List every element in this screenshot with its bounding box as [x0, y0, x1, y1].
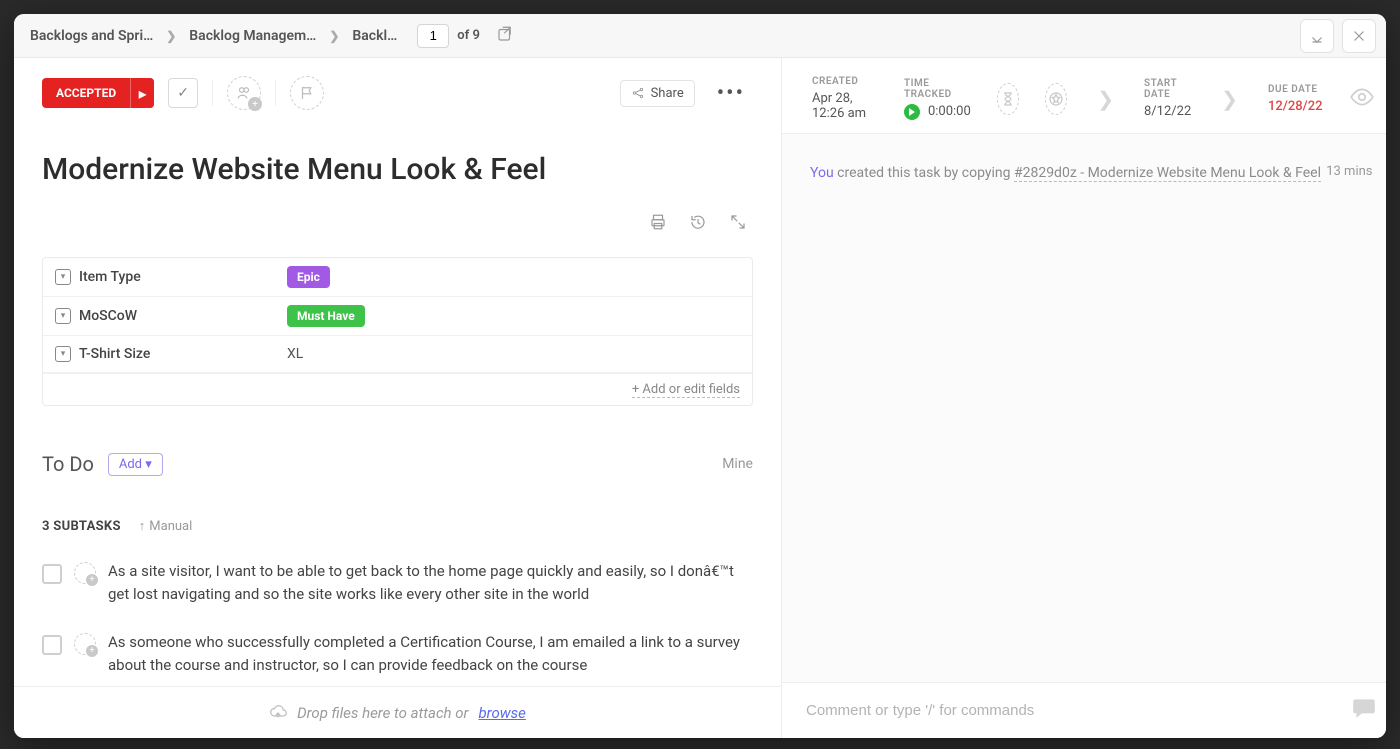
- status-advance-button[interactable]: ▸: [130, 78, 154, 108]
- epic-badge: Epic: [287, 266, 330, 288]
- field-value: XL: [287, 346, 303, 362]
- subtask-text: As a site visitor, I want to be able to …: [108, 560, 753, 605]
- field-row-tshirt[interactable]: ▾ T-Shirt Size XL: [43, 336, 752, 373]
- breadcrumb-item[interactable]: Backlogs and Spri…: [24, 24, 159, 48]
- priority-flag-icon[interactable]: [290, 76, 324, 110]
- assignees-icon[interactable]: +: [227, 76, 261, 110]
- activity-time: 13 mins: [1326, 162, 1372, 183]
- dropdown-icon: ▾: [55, 346, 71, 362]
- more-options-icon[interactable]: •••: [709, 81, 753, 106]
- activity-entry: 13 mins You created this task by copying…: [810, 162, 1373, 184]
- field-label: Item Type: [79, 269, 141, 285]
- created-value: Apr 28, 12:26 am: [812, 91, 878, 121]
- activity-text: created this task by copying: [834, 165, 1014, 181]
- dropdown-icon: ▾: [55, 308, 71, 324]
- pager-total: of 9: [457, 28, 480, 43]
- divider: [275, 80, 276, 106]
- must-have-badge: Must Have: [287, 305, 365, 327]
- chevron-right-icon: ❯: [1217, 87, 1242, 111]
- todo-header: To Do Add ▾ Mine: [42, 452, 753, 476]
- due-date-value: 12/28/22: [1268, 99, 1322, 114]
- pager: of 9: [417, 24, 480, 48]
- breadcrumb: Backlogs and Spri… ❯ Backlog Managem… ❯ …: [24, 24, 514, 48]
- print-icon[interactable]: [649, 213, 667, 235]
- assign-icon[interactable]: [74, 562, 96, 584]
- chevron-right-icon: ❯: [1093, 87, 1118, 111]
- task-scroll-area[interactable]: Modernize Website Menu Look & Feel ▾ Item…: [14, 122, 781, 686]
- share-button[interactable]: Share: [620, 80, 695, 107]
- start-date-block[interactable]: START DATE 8/12/22: [1144, 78, 1191, 119]
- created-block: CREATED Apr 28, 12:26 am: [812, 76, 878, 121]
- activity-panel: CREATED Apr 28, 12:26 am TIME TRACKED 0:…: [782, 58, 1386, 738]
- time-tracked-value: 0:00:00: [928, 104, 971, 119]
- custom-fields-box: ▾ Item Type Epic ▾ MoSCoW Must Have ▾ T-Shi…: [42, 257, 753, 406]
- subtask-text: As someone who successfully completed a …: [108, 631, 753, 676]
- breadcrumb-item[interactable]: Backlog Managem…: [183, 24, 322, 48]
- activity-link[interactable]: #2829d0z - Modernize Website Menu Look &…: [1014, 165, 1321, 182]
- assign-icon[interactable]: [74, 633, 96, 655]
- watch-icon[interactable]: [1349, 84, 1375, 114]
- action-row: ACCEPTED ▸ ✓ + Share •••: [14, 58, 781, 122]
- subtasks-count: 3 SUBTASKS: [42, 519, 121, 534]
- plus-badge-icon: +: [248, 97, 262, 111]
- mine-filter[interactable]: Mine: [722, 456, 753, 472]
- due-date-label: DUE DATE: [1268, 84, 1322, 95]
- chevron-right-icon: ❯: [165, 29, 177, 43]
- minimize-button[interactable]: [1300, 19, 1334, 53]
- chat-icon[interactable]: [1351, 695, 1377, 727]
- close-button[interactable]: [1342, 19, 1376, 53]
- created-label: CREATED: [812, 76, 878, 87]
- task-modal: Backlogs and Spri… ❯ Backlog Managem… ❯ …: [14, 14, 1386, 738]
- sort-mode[interactable]: ↑ Manual: [139, 518, 193, 534]
- play-icon[interactable]: [904, 104, 920, 120]
- time-tracked-label: TIME TRACKED: [904, 78, 971, 100]
- breadcrumb-item[interactable]: Backl…: [346, 24, 403, 48]
- activity-feed: 13 mins You created this task by copying…: [782, 134, 1386, 682]
- sort-label: Manual: [149, 519, 192, 534]
- share-label: Share: [651, 86, 684, 101]
- status-label: ACCEPTED: [42, 78, 130, 108]
- sprint-points-icon[interactable]: [1045, 83, 1067, 115]
- start-date-value: 8/12/22: [1144, 104, 1191, 119]
- time-tracked-block[interactable]: TIME TRACKED 0:00:00: [904, 78, 971, 120]
- title-toolbar: [42, 213, 753, 235]
- field-label: T-Shirt Size: [79, 346, 150, 362]
- activity-actor[interactable]: You: [810, 165, 834, 181]
- subtask-row[interactable]: As a site visitor, I want to be able to …: [42, 560, 753, 605]
- field-row-item-type[interactable]: ▾ Item Type Epic: [43, 258, 752, 297]
- comment-bar: [782, 682, 1386, 738]
- dropdown-icon: ▾: [55, 269, 71, 285]
- subtask-checkbox[interactable]: [42, 564, 62, 584]
- task-title[interactable]: Modernize Website Menu Look & Feel: [42, 122, 753, 213]
- open-new-tab-icon[interactable]: [496, 25, 514, 47]
- subtasks-bar: 3 SUBTASKS ↑ Manual: [42, 518, 753, 534]
- comment-input[interactable]: [806, 702, 1351, 719]
- chevron-right-icon: ❯: [328, 29, 340, 43]
- complete-checkbox[interactable]: ✓: [168, 78, 198, 108]
- status-pill[interactable]: ACCEPTED ▸: [42, 78, 154, 108]
- subtask-row[interactable]: As someone who successfully completed a …: [42, 631, 753, 676]
- due-date-block[interactable]: DUE DATE 12/28/22: [1268, 84, 1322, 114]
- dropzone-text: Drop files here to attach or: [297, 704, 468, 722]
- meta-row: CREATED Apr 28, 12:26 am TIME TRACKED 0:…: [782, 58, 1386, 134]
- estimate-icon[interactable]: [997, 83, 1019, 115]
- topbar: Backlogs and Spri… ❯ Backlog Managem… ❯ …: [14, 14, 1386, 58]
- subtask-checkbox[interactable]: [42, 635, 62, 655]
- add-todo-button[interactable]: Add ▾: [108, 453, 163, 476]
- todo-heading: To Do: [42, 452, 94, 476]
- divider: [212, 80, 213, 106]
- start-date-label: START DATE: [1144, 78, 1191, 100]
- pager-input[interactable]: [417, 24, 449, 48]
- task-detail-panel: ACCEPTED ▸ ✓ + Share •••: [14, 58, 782, 738]
- add-edit-fields-link[interactable]: + Add or edit fields: [632, 382, 740, 398]
- field-row-moscow[interactable]: ▾ MoSCoW Must Have: [43, 297, 752, 336]
- expand-icon[interactable]: [729, 213, 747, 235]
- attachment-dropzone[interactable]: Drop files here to attach or browse: [14, 686, 781, 738]
- browse-link[interactable]: browse: [478, 704, 525, 722]
- field-label: MoSCoW: [79, 308, 137, 324]
- history-icon[interactable]: [689, 213, 707, 235]
